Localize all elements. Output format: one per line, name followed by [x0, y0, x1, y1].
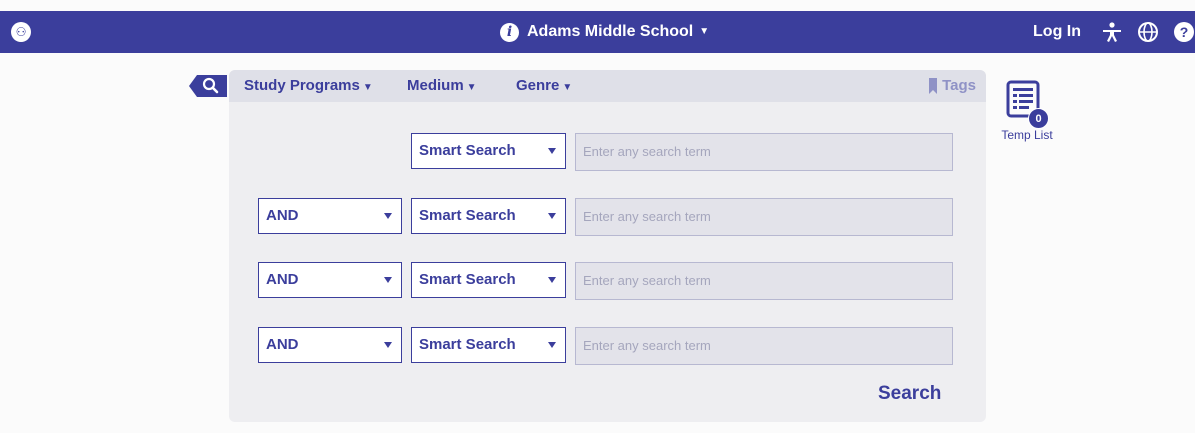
info-icon[interactable]: i	[500, 22, 519, 42]
tags-link[interactable]: Tags	[929, 70, 976, 102]
dropdown-arrow-icon	[548, 277, 556, 283]
school-name[interactable]: Adams Middle School	[527, 11, 693, 53]
dropdown-arrow-icon	[548, 342, 556, 348]
login-link[interactable]: Log In	[1033, 23, 1081, 41]
chevron-down-icon: ▼	[562, 82, 573, 93]
field-select-2[interactable]: Smart Search	[411, 198, 566, 234]
operator-value: AND	[266, 336, 299, 353]
help-icon[interactable]: ?	[1173, 21, 1195, 43]
field-select-3[interactable]: Smart Search	[411, 262, 566, 298]
operator-value: AND	[266, 207, 299, 224]
field-select-value: Smart Search	[419, 271, 516, 288]
search-input-4[interactable]: Enter any search term	[575, 327, 953, 365]
operator-select-4[interactable]: AND	[258, 327, 402, 363]
advanced-search-panel: Study Programs ▼ Medium ▼ Genre ▼ Tags	[229, 70, 986, 422]
svg-text:?: ?	[1180, 24, 1189, 40]
search-button[interactable]: Search	[878, 383, 941, 405]
filter-genre[interactable]: Genre ▼	[516, 70, 572, 102]
tags-label: Tags	[942, 77, 976, 94]
right-nav: Log In ?	[1033, 11, 1195, 53]
filter-label: Genre	[516, 77, 560, 94]
chevron-down-icon: ▼	[362, 82, 373, 93]
field-select-4[interactable]: Smart Search	[411, 327, 566, 363]
dropdown-arrow-icon	[384, 277, 392, 283]
dropdown-arrow-icon	[384, 342, 392, 348]
filter-label: Study Programs	[244, 77, 360, 94]
temp-list-label: Temp List	[1001, 128, 1053, 142]
search-input-2[interactable]: Enter any search term	[575, 198, 953, 236]
operator-value: AND	[266, 271, 299, 288]
school-selector[interactable]: i Adams Middle School ▼	[500, 11, 709, 53]
field-select-value: Smart Search	[419, 207, 516, 224]
list-icon: 0	[1005, 80, 1049, 129]
filter-label: Medium	[407, 77, 464, 94]
chevron-down-icon: ▼	[699, 26, 710, 37]
field-select-1[interactable]: Smart Search	[411, 133, 566, 169]
chevron-down-icon: ▼	[466, 82, 477, 93]
dropdown-arrow-icon	[548, 213, 556, 219]
search-input-1[interactable]: Enter any search term	[575, 133, 953, 171]
top-bar: ⚇ i Adams Middle School ▼ Log In ?	[0, 11, 1195, 53]
operator-select-2[interactable]: AND	[258, 198, 402, 234]
dropdown-arrow-icon	[548, 148, 556, 154]
search-input-3[interactable]: Enter any search term	[575, 262, 953, 300]
filter-study-programs[interactable]: Study Programs ▼	[244, 70, 373, 102]
bookmark-icon	[929, 78, 938, 94]
accessibility-icon[interactable]	[1101, 21, 1123, 43]
filter-bar: Study Programs ▼ Medium ▼ Genre ▼ Tags	[229, 70, 986, 102]
field-select-value: Smart Search	[419, 142, 516, 159]
operator-select-3[interactable]: AND	[258, 262, 402, 298]
person-logo-icon[interactable]: ⚇	[11, 22, 31, 42]
search-tab[interactable]	[189, 75, 227, 97]
temp-list-count-badge: 0	[1028, 108, 1049, 129]
field-select-value: Smart Search	[419, 336, 516, 353]
dropdown-arrow-icon	[384, 213, 392, 219]
globe-icon[interactable]	[1137, 21, 1159, 43]
filter-medium[interactable]: Medium ▼	[407, 70, 477, 102]
temp-list-button[interactable]: 0 Temp List	[996, 80, 1058, 142]
